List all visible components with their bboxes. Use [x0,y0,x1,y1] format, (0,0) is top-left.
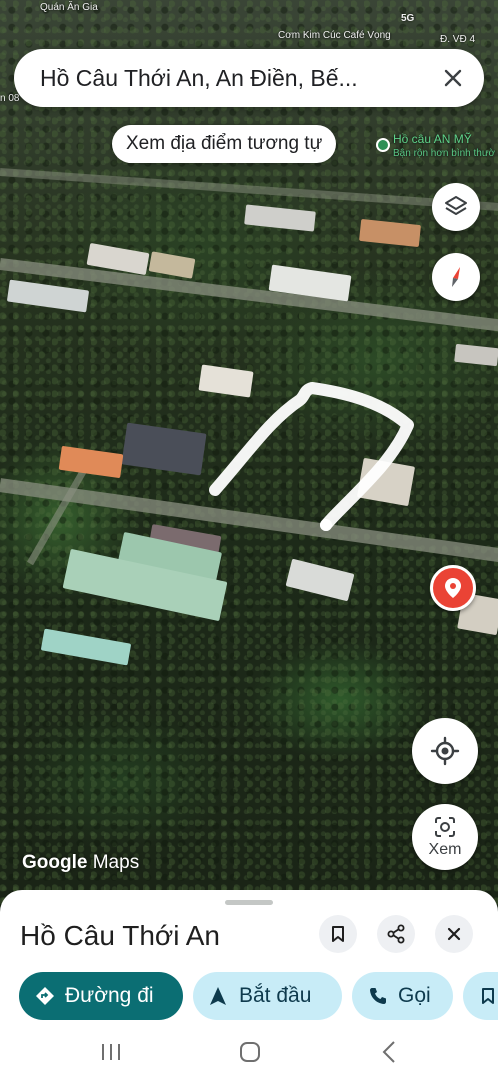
layers-button[interactable] [432,183,480,231]
compass-icon [452,267,460,287]
similar-places-chip[interactable]: Xem địa điểm tương tự [112,125,337,163]
start-button[interactable]: Bắt đầu [193,972,342,1020]
maps-screen: Quán Ăn Gia Cơm Kim Cúc Café Vọng Đ. VĐ … [0,0,498,1080]
save-button[interactable] [319,915,357,953]
share-button[interactable] [377,915,415,953]
similar-places-label: Xem địa điểm tương tự [126,133,323,154]
system-nav-bar [0,1030,498,1080]
sheet-drag-handle[interactable] [225,900,273,905]
navigate-icon [210,987,226,1005]
close-sheet-button[interactable] [435,915,473,953]
layers-icon [445,196,467,215]
start-label: Bắt đầu [239,984,312,1007]
compass-button[interactable] [432,253,480,301]
search-query[interactable]: Hồ Câu Thới An, An Điền, Bế... [40,65,438,92]
bookmark-icon [332,926,344,942]
google-wordmark: Google [22,852,88,873]
lens-button[interactable]: Xem [412,804,478,870]
directions-icon [36,987,54,1005]
place-pin-icon[interactable] [430,565,476,611]
share-icon [387,924,405,944]
recents-icon[interactable] [99,1042,123,1062]
call-label: Gọi [398,984,431,1007]
google-maps-logo: Google Maps [22,852,139,874]
maps-wordmark: Maps [92,852,140,873]
place-title: Hồ Câu Thới An [20,920,220,951]
call-button[interactable]: Gọi [352,972,453,1020]
close-icon[interactable] [438,63,468,93]
lens-label: Xem [428,840,462,858]
poi-marker-icon[interactable] [376,138,390,152]
search-bar[interactable]: Hồ Câu Thới An, An Điền, Bế... [14,49,484,107]
lens-icon [435,816,455,837]
home-icon[interactable] [238,1040,262,1064]
my-location-button[interactable] [412,718,478,784]
poi-name[interactable]: Hồ câu AN MỸ [393,132,472,146]
poi-subtitle: Bận rộn hơn bình thườ [393,148,496,159]
status-label-right: Cơm Kim Cúc Café Vọng [278,30,391,41]
save-pill-button[interactable] [463,972,498,1020]
my-location-icon [430,736,460,766]
status-bar: Quán Ăn Gia Cơm Kim Cúc Café Vọng Đ. VĐ … [0,0,498,104]
back-icon[interactable] [380,1040,398,1064]
phone-icon [370,988,386,1004]
road-label: Đ. VĐ 4 [440,34,476,45]
directions-label: Đường đi [65,984,154,1007]
network-label: 5G [401,13,415,24]
close-icon [447,927,461,941]
status-label-left: Quán Ăn Gia [40,2,98,13]
directions-button[interactable]: Đường đi [19,972,183,1020]
edge-label: n 08 [0,93,20,104]
bookmark-icon [482,988,494,1004]
